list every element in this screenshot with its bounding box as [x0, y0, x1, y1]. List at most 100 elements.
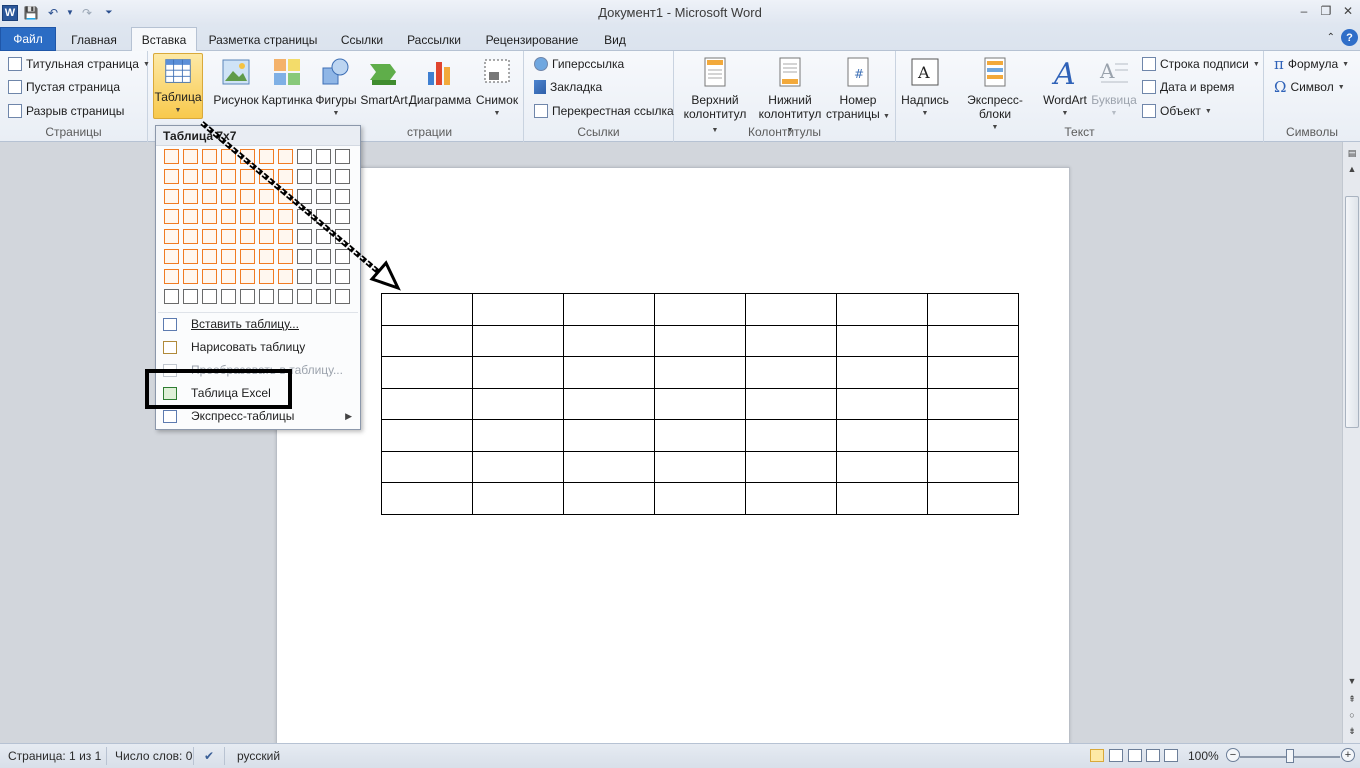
table-cell[interactable]: [472, 482, 564, 515]
grid-cell[interactable]: [297, 209, 312, 224]
table-cell[interactable]: [927, 387, 1019, 420]
grid-cell[interactable]: [164, 269, 179, 284]
ruler-toggle-icon[interactable]: ▤: [1344, 146, 1360, 160]
table-cell[interactable]: [381, 324, 473, 357]
grid-cell[interactable]: [316, 169, 331, 184]
tab-mailings[interactable]: Рассылки: [400, 28, 468, 51]
grid-cell[interactable]: [183, 169, 198, 184]
grid-cell[interactable]: [335, 289, 350, 304]
grid-cell[interactable]: [202, 169, 217, 184]
draw-table-menu-item[interactable]: Нарисовать таблицу: [156, 336, 360, 358]
tab-page-layout[interactable]: Разметка страницы: [202, 28, 324, 51]
page-count[interactable]: Страница: 1 из 1: [8, 749, 101, 763]
save-icon[interactable]: 💾: [22, 4, 40, 22]
grid-cell[interactable]: [278, 289, 293, 304]
table-cell[interactable]: [654, 324, 746, 357]
table-cell[interactable]: [927, 450, 1019, 483]
grid-cell[interactable]: [202, 249, 217, 264]
table-cell[interactable]: [563, 387, 655, 420]
grid-cell[interactable]: [316, 209, 331, 224]
outline-view-icon[interactable]: [1146, 749, 1160, 762]
grid-cell[interactable]: [259, 169, 274, 184]
table-button[interactable]: Таблица ▼: [153, 53, 203, 119]
grid-cell[interactable]: [259, 269, 274, 284]
shapes-button[interactable]: Фигуры ▼: [314, 53, 358, 121]
grid-cell[interactable]: [164, 209, 179, 224]
grid-cell[interactable]: [335, 249, 350, 264]
tab-insert[interactable]: Вставка: [131, 27, 197, 51]
table-cell[interactable]: [745, 356, 837, 389]
table-cell[interactable]: [563, 419, 655, 452]
table-cell[interactable]: [927, 482, 1019, 515]
grid-cell[interactable]: [183, 229, 198, 244]
grid-cell[interactable]: [240, 209, 255, 224]
table-cell[interactable]: [381, 450, 473, 483]
table-cell[interactable]: [381, 419, 473, 452]
grid-cell[interactable]: [278, 229, 293, 244]
grid-cell[interactable]: [221, 149, 236, 164]
grid-cell[interactable]: [164, 169, 179, 184]
table-cell[interactable]: [745, 293, 837, 326]
zoom-slider-thumb[interactable]: [1286, 749, 1294, 763]
print-layout-view-icon[interactable]: [1090, 749, 1104, 762]
equation-button[interactable]: π Формула ▼: [1274, 54, 1349, 74]
table-cell[interactable]: [654, 356, 746, 389]
grid-cell[interactable]: [221, 169, 236, 184]
grid-cell[interactable]: [297, 189, 312, 204]
grid-cell[interactable]: [221, 209, 236, 224]
table-cell[interactable]: [381, 293, 473, 326]
grid-cell[interactable]: [202, 189, 217, 204]
chart-button[interactable]: Диаграмма: [409, 53, 471, 107]
table-cell[interactable]: [745, 324, 837, 357]
table-cell[interactable]: [836, 387, 928, 420]
table-cell[interactable]: [472, 419, 564, 452]
grid-cell[interactable]: [316, 229, 331, 244]
grid-cell[interactable]: [202, 229, 217, 244]
table-cell[interactable]: [472, 450, 564, 483]
grid-cell[interactable]: [335, 169, 350, 184]
grid-cell[interactable]: [316, 189, 331, 204]
grid-cell[interactable]: [183, 249, 198, 264]
grid-cell[interactable]: [202, 149, 217, 164]
grid-cell[interactable]: [164, 149, 179, 164]
quick-parts-button[interactable]: Экспресс-блоки ▼: [952, 53, 1038, 135]
close-icon[interactable]: ✕: [1340, 2, 1356, 20]
table-cell[interactable]: [836, 419, 928, 452]
tab-review[interactable]: Рецензирование: [478, 28, 586, 51]
grid-cell[interactable]: [297, 289, 312, 304]
page-number-button[interactable]: # Номер страницы ▼: [826, 53, 890, 124]
wordart-button[interactable]: A WordArt ▼: [1040, 53, 1090, 121]
grid-cell[interactable]: [221, 269, 236, 284]
grid-cell[interactable]: [221, 189, 236, 204]
grid-cell[interactable]: [335, 189, 350, 204]
grid-cell[interactable]: [240, 269, 255, 284]
table-cell[interactable]: [836, 482, 928, 515]
tab-home[interactable]: Главная: [60, 28, 128, 51]
draft-view-icon[interactable]: [1164, 749, 1178, 762]
grid-cell[interactable]: [297, 229, 312, 244]
grid-cell[interactable]: [278, 249, 293, 264]
restore-icon[interactable]: ❐: [1318, 2, 1334, 20]
word-logo-icon[interactable]: W: [2, 4, 18, 21]
grid-cell[interactable]: [259, 249, 274, 264]
tab-view[interactable]: Вид: [596, 28, 634, 51]
dropcap-button[interactable]: A Буквица ▼: [1090, 53, 1138, 121]
table-cell[interactable]: [654, 482, 746, 515]
grid-cell[interactable]: [316, 289, 331, 304]
browse-object-icon[interactable]: ○: [1344, 708, 1360, 722]
textbox-button[interactable]: A Надпись ▼: [901, 53, 949, 121]
bookmark-button[interactable]: Закладка: [534, 77, 602, 97]
grid-cell[interactable]: [335, 229, 350, 244]
table-cell[interactable]: [654, 419, 746, 452]
grid-cell[interactable]: [240, 169, 255, 184]
grid-cell[interactable]: [240, 189, 255, 204]
tab-references[interactable]: Ссылки: [333, 28, 391, 51]
table-cell[interactable]: [836, 293, 928, 326]
grid-cell[interactable]: [183, 289, 198, 304]
minimize-icon[interactable]: ‒: [1296, 2, 1312, 20]
grid-cell[interactable]: [183, 149, 198, 164]
grid-cell[interactable]: [297, 169, 312, 184]
grid-cell[interactable]: [259, 289, 274, 304]
object-button[interactable]: Объект ▼: [1142, 101, 1212, 121]
table-cell[interactable]: [563, 482, 655, 515]
